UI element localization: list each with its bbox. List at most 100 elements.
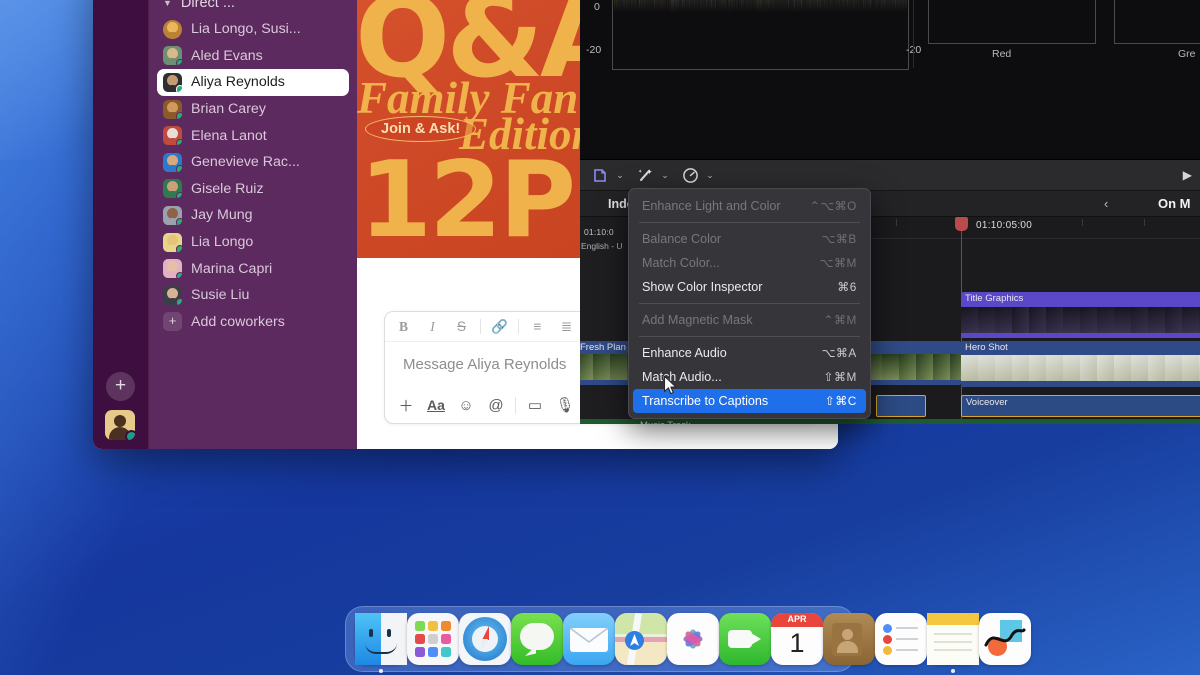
mic-icon[interactable]: 🎙 bbox=[550, 392, 580, 418]
filmstrip-frame bbox=[1080, 307, 1097, 333]
menu-item-shortcut: ⌃⌥⌘O bbox=[809, 199, 857, 213]
avatar bbox=[163, 259, 182, 279]
photos-icon[interactable] bbox=[667, 613, 719, 665]
attach-plus-icon[interactable]: ＋ bbox=[391, 392, 421, 418]
timeline-clip[interactable]: Music Track bbox=[580, 419, 1200, 424]
sidebar-section-direct-messages[interactable]: ▼ Direct ... bbox=[149, 0, 357, 16]
menu-item-label: Transcribe to Captions bbox=[642, 394, 769, 408]
clip-label: Music Track bbox=[640, 420, 691, 424]
video-scopes[interactable]: 50250-20RedGre0-20 bbox=[580, 0, 1200, 166]
enhancement-magic-wand-icon[interactable] bbox=[634, 165, 656, 185]
sidebar-item-add-coworkers[interactable]: + Add coworkers bbox=[157, 309, 349, 336]
project-title: On M bbox=[1158, 196, 1191, 211]
sidebar-item-label: Add coworkers bbox=[191, 313, 285, 330]
slack-workspace-rail[interactable]: + bbox=[93, 0, 149, 449]
avatar: 2 bbox=[163, 19, 182, 39]
mention-icon[interactable]: @ bbox=[481, 392, 511, 418]
sidebar-item-genevieve-rac[interactable]: Genevieve Rac... bbox=[157, 149, 349, 176]
fcp-toolbar[interactable]: ⌄ ⌄ ⌄ ▶ bbox=[580, 159, 1200, 191]
bold-icon[interactable]: B bbox=[389, 315, 418, 339]
avatar bbox=[163, 179, 182, 199]
contacts-icon[interactable] bbox=[823, 613, 875, 665]
formatting-toggle-icon[interactable]: Aa bbox=[421, 392, 451, 418]
sidebar-item-lia-longo[interactable]: Lia Longo bbox=[157, 229, 349, 256]
playhead-timecode: 01:10:05:00 bbox=[976, 220, 1033, 231]
slack-sidebar[interactable]: ▼ Direct ... 2 Lia Longo, Susi... Aled Eva… bbox=[149, 0, 357, 449]
emoji-icon[interactable]: ☺ bbox=[451, 392, 481, 418]
timeline-clip[interactable] bbox=[876, 395, 926, 417]
avatar bbox=[163, 285, 182, 305]
sidebar-item-label: Marina Capri bbox=[191, 260, 273, 277]
add-workspace-button[interactable]: + bbox=[106, 372, 135, 401]
filmstrip-frame bbox=[1182, 355, 1199, 381]
menu-item-shortcut: ⇧⌘M bbox=[823, 370, 857, 384]
timeline-clip[interactable]: Hero Shot bbox=[961, 341, 1200, 387]
notes-icon[interactable] bbox=[927, 613, 979, 673]
dock[interactable]: APR 1 bbox=[345, 606, 1031, 673]
chevron-down-icon: ▼ bbox=[163, 0, 172, 8]
mouse-pointer bbox=[663, 375, 678, 401]
filmstrip-frame bbox=[978, 307, 995, 333]
chevron-down-icon[interactable]: ⌄ bbox=[613, 170, 627, 181]
transform-crop-icon[interactable] bbox=[589, 165, 611, 185]
timeline-clip[interactable]: Title Graphics bbox=[961, 292, 1200, 338]
sidebar-item-aled-evans[interactable]: Aled Evans bbox=[157, 43, 349, 70]
filmstrip-frame bbox=[961, 307, 978, 333]
avatar bbox=[163, 72, 182, 92]
filmstrip-frame bbox=[1080, 355, 1097, 381]
launchpad-icon[interactable] bbox=[407, 613, 459, 665]
playhead-handle[interactable] bbox=[955, 217, 968, 231]
numbered-list-icon[interactable]: ≣ bbox=[552, 315, 581, 339]
back-chevron-icon[interactable]: ‹ bbox=[1104, 196, 1108, 211]
chevron-down-icon[interactable]: ⌄ bbox=[658, 170, 672, 181]
sidebar-item-label: Lia Longo, Susi... bbox=[191, 21, 301, 38]
clip-filmstrip bbox=[961, 355, 1200, 381]
safari-icon[interactable] bbox=[459, 613, 511, 665]
calendar-icon[interactable]: APR 1 bbox=[771, 613, 823, 665]
finder-icon[interactable] bbox=[355, 613, 407, 673]
strikethrough-icon[interactable]: S bbox=[447, 315, 476, 339]
bulleted-list-icon[interactable]: ≡ bbox=[523, 315, 552, 339]
sidebar-item-elena-lanot[interactable]: Elena Lanot bbox=[157, 122, 349, 149]
sidebar-item-marina-capri[interactable]: Marina Capri bbox=[157, 255, 349, 282]
menu-item-match-color: Match Color... ⌥⌘M bbox=[633, 251, 866, 275]
parade-channel-label: Gre bbox=[1178, 48, 1196, 60]
reminders-icon[interactable] bbox=[875, 613, 927, 665]
plus-icon: + bbox=[163, 312, 182, 332]
menu-item-show-color-inspector[interactable]: Show Color Inspector ⌘6 bbox=[633, 275, 866, 299]
filmstrip-frame bbox=[1097, 307, 1114, 333]
sidebar-item-brian-carey[interactable]: Brian Carey bbox=[157, 96, 349, 123]
sidebar-item-lia-longo-susi[interactable]: 2 Lia Longo, Susi... bbox=[157, 16, 349, 43]
freeform-icon[interactable] bbox=[979, 613, 1031, 665]
italic-icon[interactable]: I bbox=[418, 315, 447, 339]
play-icon[interactable]: ▶ bbox=[1183, 168, 1192, 182]
messages-icon[interactable] bbox=[511, 613, 563, 665]
sidebar-item-susie-liu[interactable]: Susie Liu bbox=[157, 282, 349, 309]
message-input-placeholder[interactable]: Message Aliya Reynolds bbox=[403, 356, 566, 373]
menu-item-enhance-audio[interactable]: Enhance Audio ⌥⌘A bbox=[633, 341, 866, 365]
sidebar-item-gisele-ruiz[interactable]: Gisele Ruiz bbox=[157, 176, 349, 203]
link-icon[interactable]: 🔗 bbox=[485, 315, 514, 339]
retime-speed-icon[interactable] bbox=[679, 165, 701, 185]
parade-channel-label: Red bbox=[992, 48, 1012, 60]
menu-item-shortcut: ⌃⌘M bbox=[823, 313, 857, 327]
video-icon[interactable]: ▭ bbox=[520, 392, 550, 418]
sidebar-item-aliya-reynolds[interactable]: Aliya Reynolds bbox=[157, 69, 349, 96]
running-indicator bbox=[379, 669, 383, 673]
index-language: English - U bbox=[581, 241, 623, 251]
facetime-icon[interactable] bbox=[719, 613, 771, 665]
maps-icon[interactable] bbox=[615, 613, 667, 665]
sidebar-item-label: Susie Liu bbox=[191, 287, 250, 304]
luma-waveform bbox=[614, 0, 907, 12]
menu-item-balance-color: Balance Color ⌥⌘B bbox=[633, 227, 866, 251]
filmstrip-frame bbox=[593, 354, 610, 380]
mail-icon[interactable] bbox=[563, 613, 615, 665]
menu-item-label: Match Color... bbox=[642, 256, 720, 270]
divider bbox=[518, 319, 519, 334]
chevron-down-icon[interactable]: ⌄ bbox=[703, 170, 717, 181]
waveform-trace bbox=[906, 0, 907, 12]
sidebar-item-jay-mung[interactable]: Jay Mung bbox=[157, 202, 349, 229]
filmstrip-frame bbox=[1148, 307, 1165, 333]
timeline-clip[interactable]: Voiceover bbox=[961, 395, 1200, 417]
avatar[interactable] bbox=[105, 410, 135, 440]
